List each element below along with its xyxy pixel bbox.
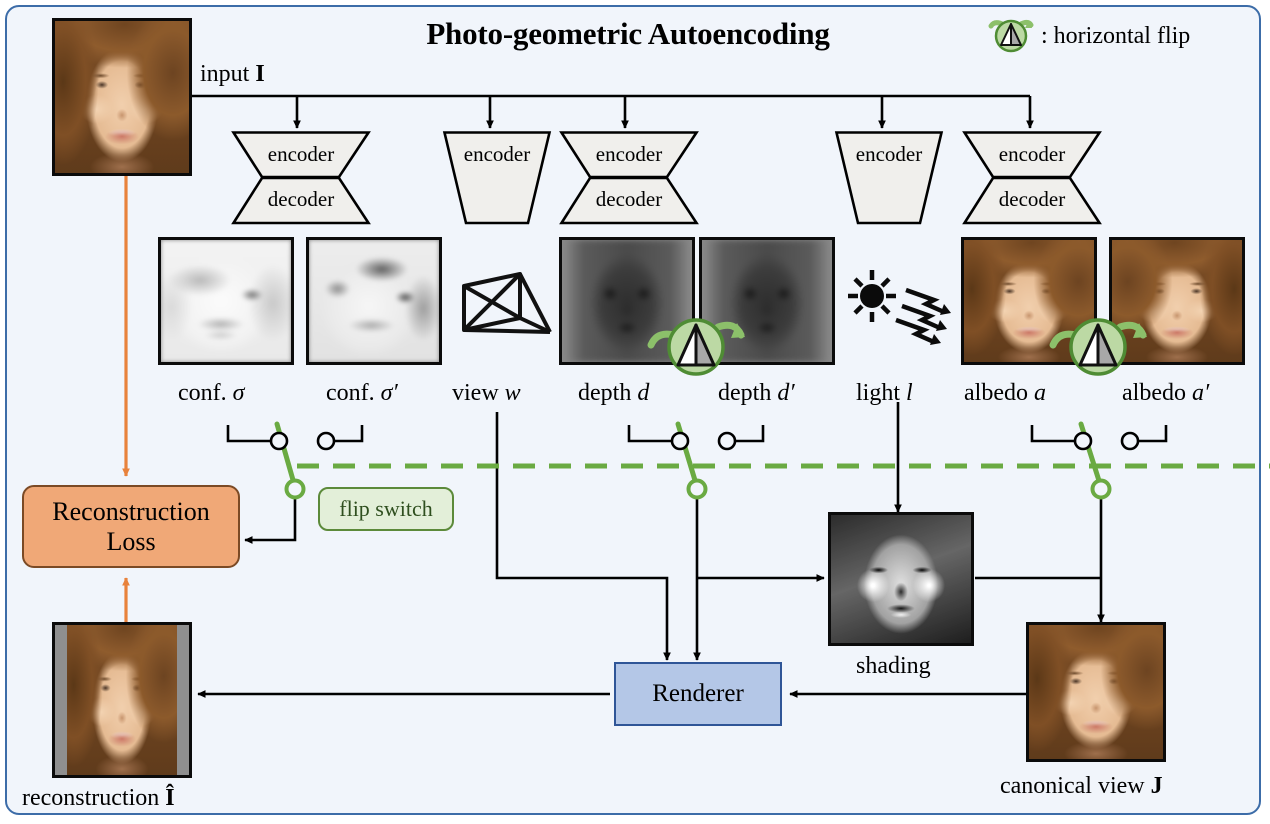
encoder-decoder-albedo: encoder decoder <box>962 131 1102 225</box>
albedo-a-symbol: a <box>1033 380 1046 406</box>
depth-d-prime-label: depth d′ <box>718 380 795 406</box>
light-source-icon <box>848 268 954 354</box>
shading-map <box>828 512 974 646</box>
recon-loss-line1: Reconstruction <box>52 497 210 527</box>
camera-frustum-icon <box>458 268 558 352</box>
confidence-map-image <box>309 240 439 362</box>
face-photo <box>1029 625 1163 759</box>
input-label: input I <box>200 61 265 87</box>
reconstruction-symbol: Î <box>165 785 175 811</box>
conf-sigma-label: conf. σ <box>178 380 245 406</box>
encoder-decoder-depth: encoder decoder <box>559 131 699 225</box>
conf-sigma-symbol: σ <box>232 380 245 406</box>
light-label: light l <box>856 380 913 406</box>
encoder-label: encoder <box>463 142 531 166</box>
view-label: view w <box>452 380 521 406</box>
encoder-decoder-confidence: encoder decoder <box>231 131 371 225</box>
horizontal-flip-icon <box>641 305 751 377</box>
depth-d-symbol: d <box>637 380 650 406</box>
albedo-a-prime-symbol: a′ <box>1191 380 1210 406</box>
figure-canvas: Photo-geometric Autoencoding : horizonta… <box>0 0 1270 824</box>
albedo-a-prime-label: albedo a′ <box>1122 380 1210 406</box>
canonical-view-symbol: J <box>1150 773 1163 799</box>
encoder-label: encoder <box>595 142 663 166</box>
light-symbol: l <box>906 380 913 406</box>
shading-label: shading <box>856 653 931 679</box>
confidence-map-sigma-prime <box>306 237 442 365</box>
decoder-label: decoder <box>998 187 1066 211</box>
canonical-view-label: canonical view J <box>1000 773 1163 799</box>
horizontal-flip-icon <box>1043 305 1153 377</box>
reconstruction-image <box>52 622 192 778</box>
shading-image <box>831 515 971 643</box>
face-photo <box>55 21 189 173</box>
conf-sigma-prime-symbol: σ′ <box>380 380 398 406</box>
encoder-light: encoder <box>834 131 944 225</box>
decoder-label: decoder <box>595 187 663 211</box>
reconstruction-label: reconstruction Î <box>22 785 175 811</box>
encoder-label: encoder <box>267 142 335 166</box>
input-image <box>52 18 192 176</box>
confidence-map-image <box>161 240 291 362</box>
encoder-label: encoder <box>855 142 923 166</box>
flip-switch-label: flip switch <box>318 487 454 531</box>
renderer-box: Renderer <box>614 662 782 726</box>
conf-sigma-prime-label: conf. σ′ <box>326 380 398 406</box>
view-symbol: w <box>504 380 521 406</box>
face-photo <box>67 625 177 775</box>
encoder-view: encoder <box>442 131 552 225</box>
depth-d-label: depth d <box>578 380 650 406</box>
reconstruction-loss-box: Reconstruction Loss <box>22 485 240 568</box>
recon-loss-line2: Loss <box>106 526 156 556</box>
input-symbol: I <box>255 61 265 87</box>
depth-d-prime-symbol: d′ <box>777 380 795 406</box>
encoder-label: encoder <box>998 142 1066 166</box>
confidence-map-sigma <box>158 237 294 365</box>
albedo-a-label: albedo a <box>964 380 1046 406</box>
decoder-label: decoder <box>267 187 335 211</box>
canonical-view-image <box>1026 622 1166 762</box>
